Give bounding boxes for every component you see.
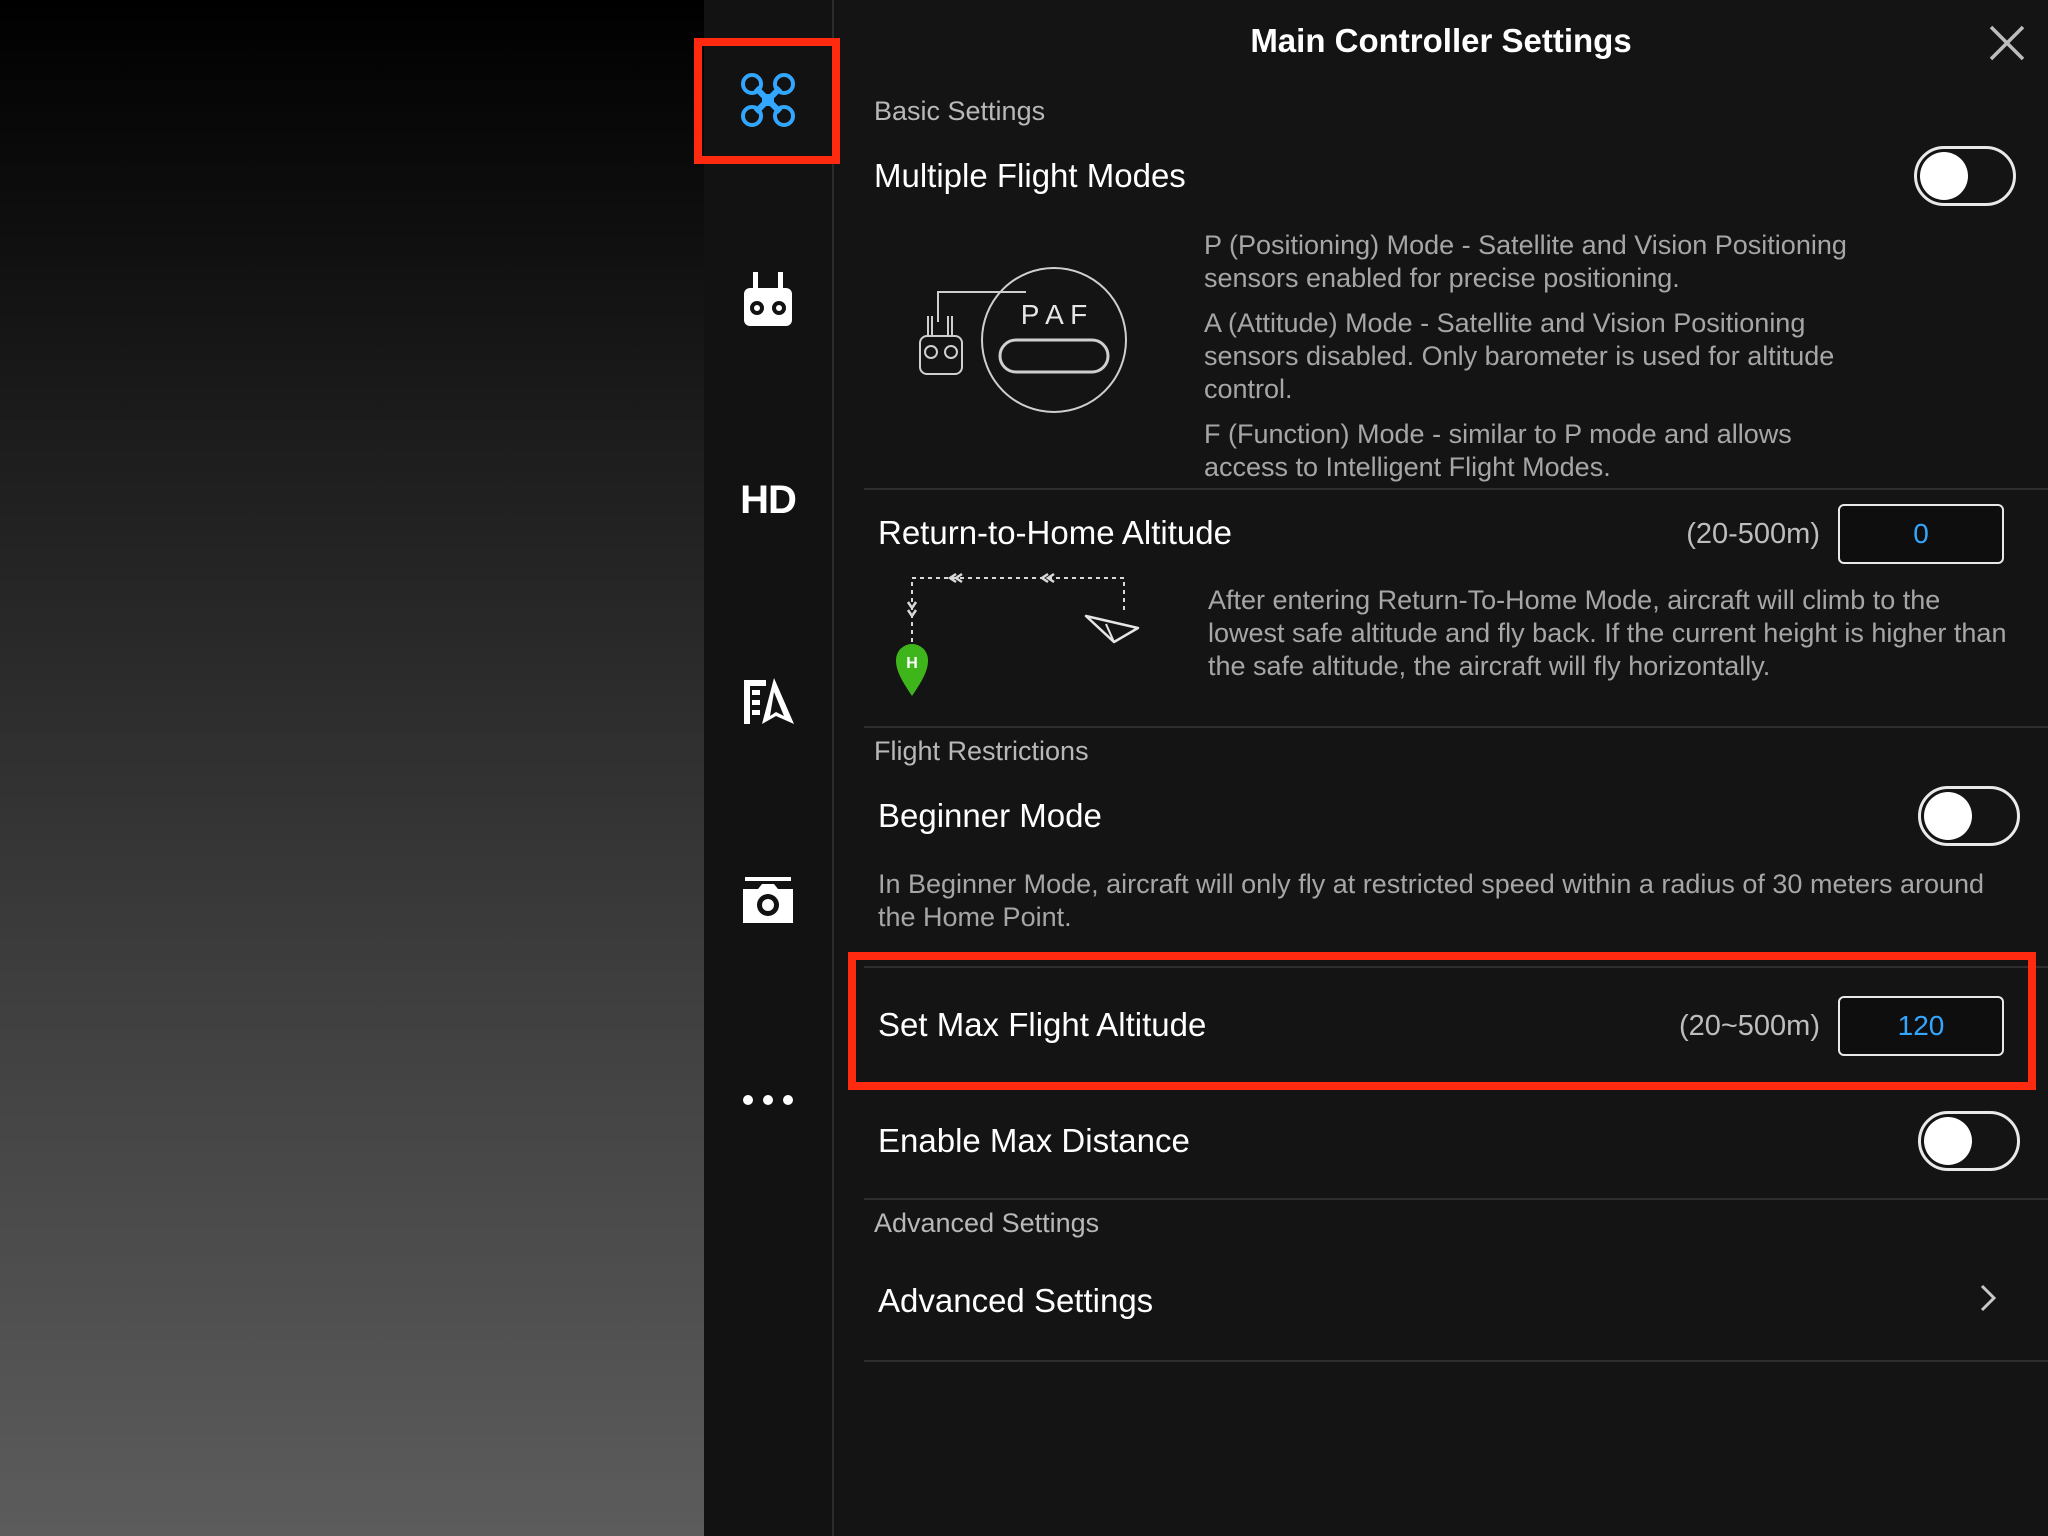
max-distance-label: Enable Max Distance [878, 1122, 1190, 1159]
camera-icon [743, 877, 793, 923]
section-label-basic-settings: Basic Settings [874, 96, 1046, 126]
map-backdrop [0, 0, 704, 1536]
toggle-knob [1924, 1117, 1972, 1165]
sidebar-item-more[interactable] [704, 1040, 832, 1160]
f-mode-description: F (Function) Mode - similar to P mode an… [1204, 419, 1792, 482]
divider [864, 726, 2048, 728]
home-point-icon: H [896, 644, 928, 696]
divider [864, 966, 2048, 968]
flight-mode-switch-illustration: P A F [916, 262, 1156, 427]
toggle-knob [1924, 792, 1972, 840]
section-label-advanced-settings: Advanced Settings [874, 1208, 1100, 1238]
advanced-settings-row[interactable]: Advanced Settings [864, 1250, 2048, 1360]
p-mode-description: P (Positioning) Mode - Satellite and Vis… [1204, 230, 1847, 293]
sidebar-item-battery[interactable] [704, 640, 832, 760]
sidebar-item-aircraft[interactable] [704, 40, 832, 160]
beginner-mode-label: Beginner Mode [878, 797, 1102, 834]
rth-path-illustration: H [894, 572, 1154, 705]
max-flight-altitude-label: Set Max Flight Altitude [878, 1006, 1207, 1043]
sidebar-item-hd[interactable]: HD [704, 440, 832, 560]
divider [864, 488, 2048, 490]
remote-controller-icon [744, 272, 792, 326]
section-label-flight-restrictions: Flight Restrictions [874, 736, 1089, 766]
paper-plane-icon [1084, 614, 1140, 644]
max-distance-toggle[interactable] [1918, 1111, 2020, 1171]
chevron-right-icon [1980, 1284, 1997, 1312]
multiple-flight-modes-toggle[interactable] [1914, 146, 2016, 206]
a-mode-description: A (Attitude) Mode - Satellite and Vision… [1204, 308, 1835, 404]
toggle-knob [1920, 152, 1968, 200]
settings-sidebar: HD [704, 0, 834, 1536]
page-title: Main Controller Settings [1250, 22, 1632, 59]
multiple-flight-modes-label: Multiple Flight Modes [874, 157, 1186, 194]
rth-altitude-input[interactable] [1838, 504, 2004, 564]
rth-altitude-range: (20-500m) [1686, 518, 1820, 550]
divider [864, 1198, 2048, 1200]
rth-description: After entering Return-To-Home Mode, airc… [1208, 585, 2007, 681]
main-controller-settings-panel: Main Controller Settings Basic Settings … [834, 0, 2048, 1536]
advanced-settings-label: Advanced Settings [878, 1282, 1154, 1319]
battery-icon [744, 678, 794, 724]
hd-label: HD [740, 477, 797, 522]
close-icon [1989, 25, 2025, 61]
aircraft-icon [741, 73, 795, 127]
sidebar-item-camera[interactable] [704, 840, 832, 960]
home-marker-letter: H [906, 655, 918, 672]
divider [864, 1360, 2048, 1362]
mode-letters: P A F [1021, 299, 1087, 330]
flight-modes-description: P (Positioning) Mode - Satellite and Vis… [1204, 229, 1854, 496]
beginner-mode-toggle[interactable] [1918, 786, 2020, 846]
beginner-mode-description: In Beginner Mode, aircraft will only fly… [878, 869, 1985, 932]
max-flight-altitude-range: (20~500m) [1678, 1010, 1820, 1042]
more-icon [743, 1095, 793, 1105]
rth-altitude-label: Return-to-Home Altitude [878, 514, 1232, 551]
max-flight-altitude-input[interactable] [1838, 996, 2004, 1056]
sidebar-item-remote-controller[interactable] [704, 240, 832, 360]
close-button[interactable] [1982, 18, 2032, 68]
